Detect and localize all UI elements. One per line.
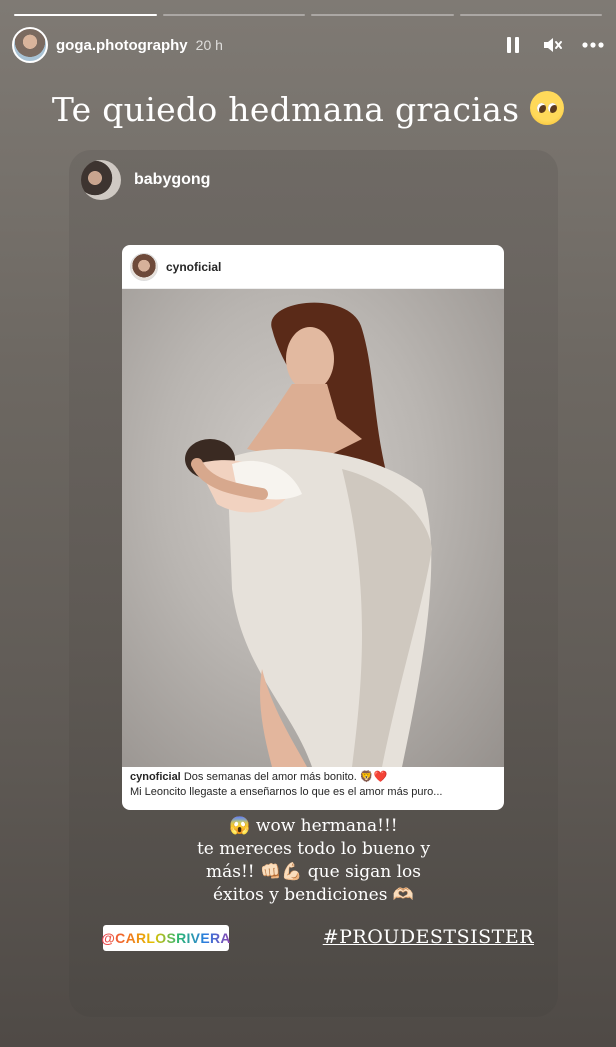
- caption-line-1: Dos semanas del amor más bonito.: [183, 771, 357, 783]
- caption-emojis: 🦁❤️: [359, 771, 388, 783]
- embedded-post[interactable]: cynoficial cynoficial Dos semanas del am…: [122, 245, 504, 810]
- mention-text: @CARLOSRIVERA: [101, 930, 231, 946]
- avatar[interactable]: [81, 160, 121, 200]
- shared-story-card[interactable]: babygong cynoficial cynoficial Dos seman…: [69, 150, 558, 1017]
- shared-card-header: babygong: [81, 160, 210, 200]
- reply-line: 😱 wow hermana!!!: [229, 816, 398, 836]
- pleading-face-icon: [530, 91, 565, 125]
- progress-segment: [311, 14, 454, 16]
- story-caption: Te quiedo hedmana gracias: [0, 90, 616, 129]
- reply-line: más!! 👊🏻💪🏻 que sigan los: [205, 862, 421, 882]
- more-icon[interactable]: [582, 34, 604, 56]
- progress-segment: [459, 14, 602, 16]
- pause-icon[interactable]: [502, 34, 524, 56]
- post-header: cynoficial: [122, 245, 504, 289]
- mention-sticker[interactable]: @CARLOSRIVERA: [101, 925, 231, 951]
- progress-segment: [14, 14, 157, 16]
- reply-line: te mereces todo lo bueno y: [196, 839, 431, 859]
- story-progress: [14, 14, 602, 16]
- story-time: 20 h: [195, 37, 223, 53]
- post-username[interactable]: cynoficial: [166, 260, 221, 274]
- mute-icon[interactable]: [542, 34, 564, 56]
- post-photo: [122, 289, 504, 767]
- progress-segment: [162, 14, 305, 16]
- caption-line-2: Mi Leoncito llegaste a enseñarnos lo que…: [130, 786, 443, 798]
- caption-username[interactable]: cynoficial: [130, 771, 181, 783]
- story-username[interactable]: goga.photography: [56, 37, 188, 54]
- post-caption: cynoficial Dos semanas del amor más boni…: [130, 770, 496, 800]
- shared-username[interactable]: babygong: [134, 171, 210, 189]
- reply-line: éxitos y bendiciones 🫶🏻: [213, 885, 414, 905]
- avatar[interactable]: [130, 252, 158, 281]
- story-header: goga.photography 20 h: [12, 26, 604, 64]
- caption-text: Te quiedo hedmana gracias: [51, 90, 520, 129]
- avatar[interactable]: [12, 27, 48, 63]
- hashtag-text[interactable]: #PROUDESTSISTER: [323, 926, 534, 948]
- reply-text: 😱 wow hermana!!! te mereces todo lo buen…: [69, 815, 558, 907]
